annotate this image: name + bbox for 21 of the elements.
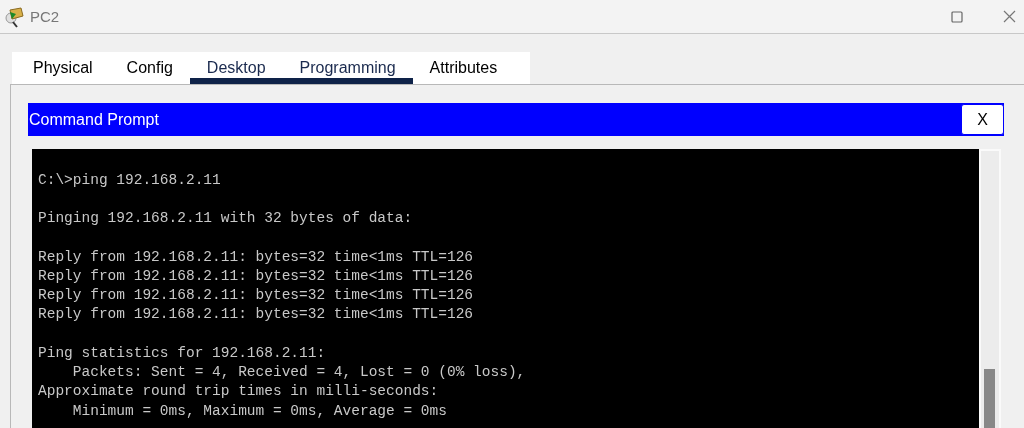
terminal-line: Packets: Sent = 4, Received = 4, Lost = 0 (0% loss), xyxy=(71,363,527,383)
terminal-line: C:\>ping 192.168.2.11 xyxy=(38,171,222,190)
app-icon xyxy=(4,5,26,28)
terminal-line: Reply from 192.168.2.11: bytes=32 time<1ms TTL=126 xyxy=(38,305,475,325)
close-icon[interactable] xyxy=(1003,10,1016,23)
terminal-line: Reply from 192.168.2.11: bytes=32 time<1ms TTL=126 xyxy=(38,266,475,286)
terminal-line: Approximate round trip times in milli-seconds: xyxy=(38,382,440,402)
tab[interactable]: Physical xyxy=(16,52,110,84)
terminal-line: Ping statistics for 192.168.2.11: xyxy=(38,343,327,363)
close-button[interactable]: X xyxy=(961,104,1004,135)
scrollbar-thumb[interactable] xyxy=(984,369,995,428)
panel-title: Command Prompt xyxy=(28,110,159,129)
terminal-line: Reply from 192.168.2.11: bytes=32 time<1ms TTL=126 xyxy=(38,286,475,306)
terminal-line: Minimum = 0ms, Maximum = 0ms, Average = 0ms xyxy=(71,401,448,421)
maximize-icon[interactable] xyxy=(951,10,963,23)
scrollbar[interactable] xyxy=(979,149,1001,428)
tab[interactable]: Config xyxy=(109,52,190,84)
tab[interactable]: Attributes xyxy=(412,52,515,84)
terminal-line: Reply from 192.168.2.11: bytes=32 time<1ms TTL=126 xyxy=(38,247,475,267)
terminal-line: Pinging 192.168.2.11 with 32 bytes of data: xyxy=(38,209,414,229)
window-title: PC2 xyxy=(30,8,60,25)
